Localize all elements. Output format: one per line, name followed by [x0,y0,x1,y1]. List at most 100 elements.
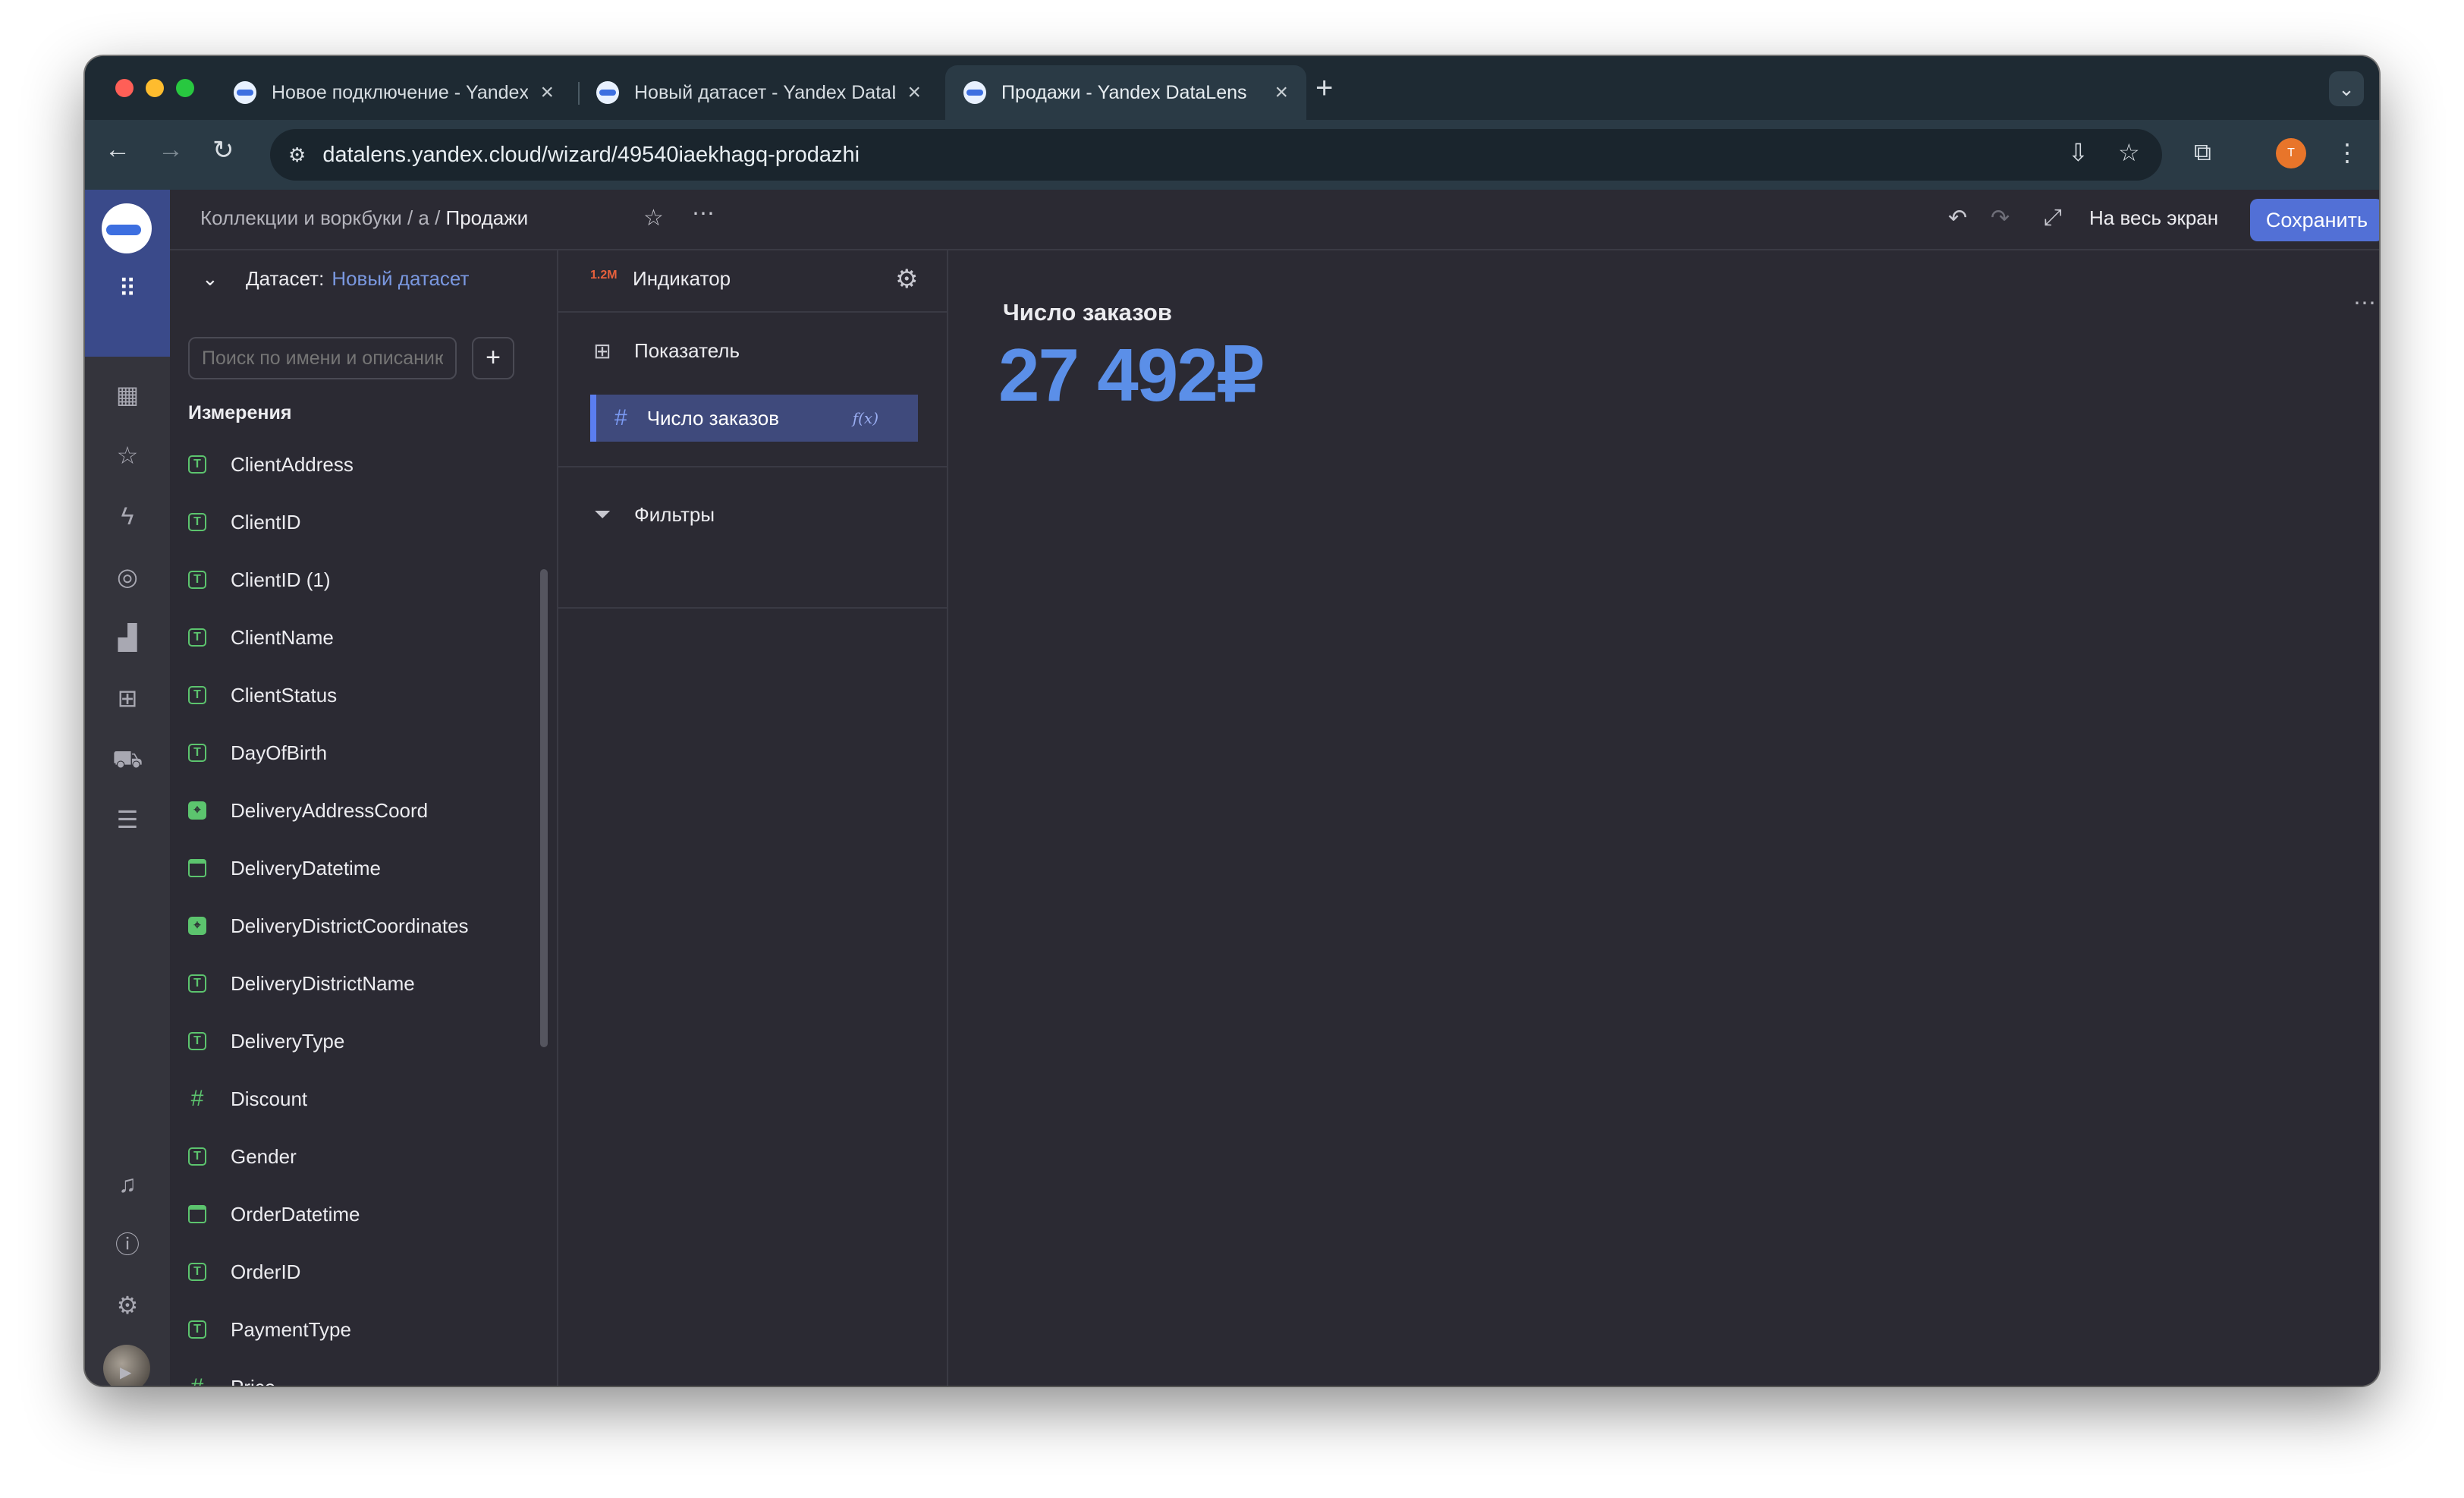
tab-strip: Новое подключение - Yandex DataLens × Но… [85,56,2379,120]
chevron-down-icon[interactable]: ⌄ [202,267,218,291]
url-text[interactable]: datalens.yandex.cloud/wizard/49540iaekha… [322,143,860,168]
visualization-type-selector[interactable]: 1.2M Индикатор ⚙ [558,250,947,313]
site-settings-icon[interactable]: ⚙ [288,143,306,167]
save-button[interactable]: Сохранить [2250,199,2379,241]
redo-icon[interactable]: ↷ [1991,205,2010,231]
field-item[interactable]: T DeliveryDistrictName [188,968,415,999]
measure-section: ⊞ Показатель [590,338,740,363]
chart-settings-gear-icon[interactable]: ⚙ [895,264,918,294]
calendar-type-icon [188,1205,206,1223]
filter-funnel-icon: ⏷ [593,502,611,526]
field-item[interactable]: OrderDatetime [188,1199,360,1229]
fullscreen-icon[interactable]: ⤢ [2044,205,2062,231]
datasets-icon[interactable]: ◎ [112,562,143,592]
tab-close-icon[interactable]: × [907,80,921,105]
dataset-selector[interactable]: Датасет: Новый датасет [246,267,469,291]
field-item[interactable]: T PaymentType [188,1314,351,1345]
measure-field-label: Число заказов [646,406,780,430]
text-type-icon: T [188,1320,206,1339]
field-item[interactable]: T ClientStatus [188,680,337,710]
browser-tab[interactable]: Новое подключение - Yandex DataLens × [215,65,572,120]
tab-title: Новое подключение - Yandex DataLens [272,81,529,103]
breadcrumb-current: Продажи [445,206,529,229]
field-search-input[interactable] [188,337,457,379]
indicator-type-icon: 1.2M [590,269,618,282]
field-item[interactable]: DeliveryDatetime [188,853,381,883]
new-tab-icon[interactable]: + [1315,71,1333,105]
text-type-icon: T [188,1263,206,1281]
field-item[interactable]: T ClientAddress [188,449,354,480]
number-type-icon: # [188,1374,206,1386]
undo-icon[interactable]: ↶ [1948,205,1967,231]
dataset-scrollbar[interactable] [540,569,548,1047]
favorite-star-icon[interactable]: ☆ [643,205,664,231]
extensions-icon[interactable]: ⧉ [2194,138,2211,167]
tab-close-icon[interactable]: × [1274,80,1288,105]
filters-section[interactable]: ⏷ Фильтры [590,502,715,527]
dimensions-title: Измерения [188,402,292,423]
browser-tab-active[interactable]: Продажи - Yandex DataLens × [945,65,1306,120]
profile-avatar[interactable]: T [2276,138,2306,168]
tab-close-icon[interactable]: × [540,80,554,105]
bookmark-star-icon[interactable]: ☆ [2118,138,2140,167]
connections-icon[interactable]: ϟ [112,501,143,531]
dataset-name-link[interactable]: Новый датасет [332,267,469,290]
field-item[interactable]: T ClientID [188,507,300,537]
maximize-window-button[interactable] [176,79,194,97]
charts-icon[interactable]: ▟ [112,622,143,653]
field-item[interactable]: T OrderID [188,1257,300,1287]
address-bar[interactable]: ⚙ datalens.yandex.cloud/wizard/49540iaek… [270,129,2162,181]
field-item[interactable]: T DayOfBirth [188,738,327,768]
add-field-button[interactable]: + [472,337,514,379]
collections-icon[interactable]: ▦ [112,379,143,410]
datalens-logo-icon[interactable] [102,203,152,253]
reload-icon[interactable]: ↻ [212,135,234,165]
forward-arrow-icon[interactable]: → [158,135,184,165]
field-item[interactable]: T Gender [188,1141,297,1172]
text-type-icon: T [188,686,206,704]
browser-window: Новое подключение - Yandex DataLens × Но… [85,56,2379,1386]
notifications-bell-icon[interactable]: ♫ [112,1169,143,1199]
settings-sliders-icon[interactable]: ☰ [112,804,143,835]
minimize-window-button[interactable] [146,79,164,97]
geo-type-icon: ⌖ [188,917,206,935]
tab-search-icon[interactable]: ⌄ [2329,71,2364,106]
chart-more-icon[interactable]: ⋯ [2353,290,2376,316]
calendar-type-icon [188,859,206,877]
install-app-icon[interactable]: ⇩ [2068,138,2088,167]
field-item[interactable]: T ClientID (1) [188,565,330,595]
visualization-type-label: Индикатор [633,267,731,290]
dashboards-icon[interactable]: ⊞ [112,683,143,713]
text-type-icon: T [188,974,206,993]
breadcrumb-path[interactable]: Коллекции и воркбуки / а / [200,206,446,229]
settings-gear-icon[interactable]: ⚙ [112,1290,143,1320]
field-item[interactable]: ⌖ DeliveryDistrictCoordinates [188,911,469,941]
formula-icon[interactable]: f(x) [853,409,878,427]
tab-title: Продажи - Yandex DataLens [1001,81,1247,103]
services-grid-icon[interactable]: ⠿ [112,273,143,304]
favorites-star-icon[interactable]: ☆ [112,440,143,470]
back-arrow-icon[interactable]: ← [105,135,130,165]
datalens-favicon-icon [234,81,256,104]
marketplace-cart-icon[interactable]: ⛟ [112,744,143,774]
close-window-button[interactable] [115,79,134,97]
browser-menu-icon[interactable]: ⋮ [2335,138,2359,167]
number-type-icon: # [190,1086,204,1111]
field-item[interactable]: T DeliveryType [188,1026,344,1056]
fullscreen-button[interactable]: На весь экран [2089,206,2218,230]
field-item[interactable]: T ClientName [188,622,334,653]
field-item[interactable]: #Price [188,1372,276,1386]
measure-field-chip[interactable]: # Число заказов f(x) [590,395,918,442]
geo-type-icon: ⌖ [188,801,206,820]
field-item[interactable]: ⌖ DeliveryAddressCoord [188,795,428,826]
field-item[interactable]: # Discount [188,1084,308,1114]
browser-tab[interactable]: Новый датасет - Yandex DataLens × [578,65,939,120]
tab-title: Новый датасет - Yandex DataLens [634,81,895,103]
more-options-icon[interactable]: ⋯ [692,200,715,227]
visualization-sections: 1.2M Индикатор ⚙ ⊞ Показатель # Число за… [558,250,948,1386]
help-icon[interactable]: ⓘ [112,1229,143,1260]
chart-preview: Число заказов 27 492₽ ⋯ [948,250,2379,1386]
expand-sidebar-icon[interactable]: ▶ [120,1363,131,1382]
breadcrumb: Коллекции и воркбуки / а / Продажи [200,206,528,230]
text-type-icon: T [188,513,206,531]
